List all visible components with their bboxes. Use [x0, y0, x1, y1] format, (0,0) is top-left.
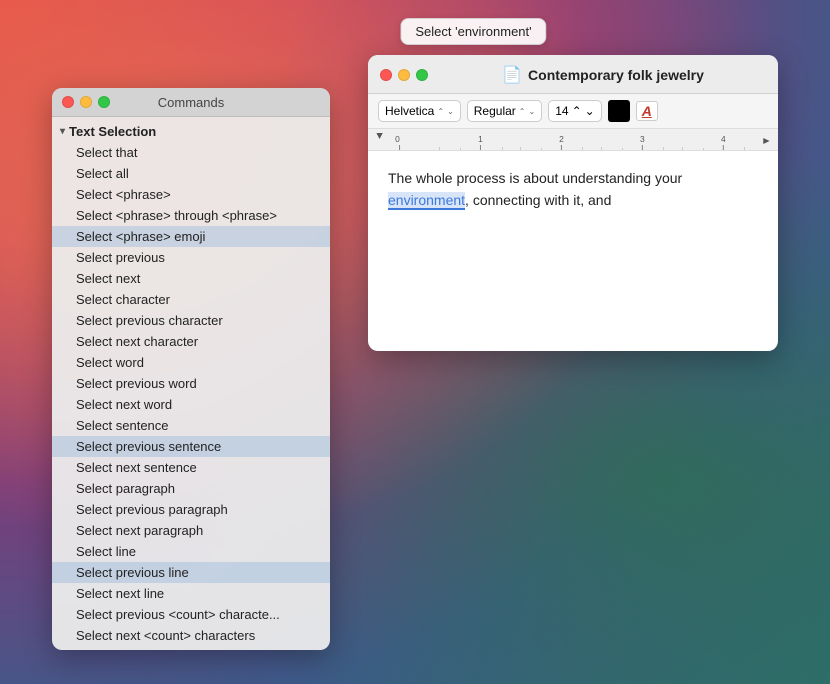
commands-titlebar: Commands [52, 88, 330, 117]
svg-text:4: 4 [721, 135, 726, 144]
editor-traffic-lights [380, 69, 428, 81]
font-dropdown-arrow2: ⌄ [447, 107, 454, 116]
editor-toolbar: Helvetica ⌃ ⌄ Regular ⌃ ⌄ 14 ⌃ ⌄ A [368, 94, 778, 129]
tooltip-label: Select 'environment' [415, 24, 531, 39]
svg-text:0: 0 [395, 135, 400, 144]
list-item[interactable]: Select <phrase> through <phrase> [52, 205, 330, 226]
list-item[interactable]: Select all [52, 163, 330, 184]
list-item[interactable]: Select next [52, 268, 330, 289]
list-item[interactable]: Select that [52, 142, 330, 163]
font-size-value: 14 [555, 104, 568, 118]
font-dropdown-arrow: ⌃ [437, 107, 444, 116]
text-before: The whole process is about understanding… [388, 170, 682, 186]
commands-traffic-lights [62, 96, 110, 108]
text-color-swatch[interactable] [608, 100, 630, 122]
font-family-select[interactable]: Helvetica ⌃ ⌄ [378, 100, 461, 122]
svg-text:2: 2 [559, 135, 564, 144]
ruler-svg: 0 1 2 3 4 [368, 129, 778, 151]
list-item[interactable]: Select next word [52, 394, 330, 415]
list-item[interactable]: Select next character [52, 331, 330, 352]
list-item[interactable]: Select paragraph [52, 478, 330, 499]
editor-title: Contemporary folk jewelry [528, 67, 704, 83]
text-after: , connecting with it, and [465, 192, 611, 208]
size-dropdown-arrow: ⌃ [572, 104, 582, 118]
document-icon: 📄 [502, 65, 522, 85]
list-item[interactable]: Select previous sentence [52, 436, 330, 457]
style-dropdown-arrow2: ⌄ [529, 107, 536, 116]
section-label: Text Selection [69, 124, 156, 139]
list-item[interactable]: Select <phrase> [52, 184, 330, 205]
editor-panel: 📄 Contemporary folk jewelry Helvetica ⌃ … [368, 55, 778, 351]
font-family-value: Helvetica [385, 104, 434, 118]
editor-close-button[interactable] [380, 69, 392, 81]
editor-minimize-button[interactable] [398, 69, 410, 81]
list-item[interactable]: Select previous <count> characte... [52, 604, 330, 625]
list-item[interactable]: Select sentence [52, 415, 330, 436]
editor-title-area: 📄 Contemporary folk jewelry [440, 65, 766, 85]
minimize-button[interactable] [80, 96, 92, 108]
text-style-button[interactable]: A [636, 101, 658, 121]
commands-items-container: Select thatSelect allSelect <phrase>Sele… [52, 142, 330, 646]
tooltip-pill: Select 'environment' [400, 18, 546, 45]
font-style-select[interactable]: Regular ⌃ ⌄ [467, 100, 542, 122]
list-item[interactable]: Select <phrase> emoji [52, 226, 330, 247]
list-item[interactable]: Select next <count> characters [52, 625, 330, 646]
font-size-select[interactable]: 14 ⌃ ⌄ [548, 100, 601, 122]
close-button[interactable] [62, 96, 74, 108]
maximize-button[interactable] [98, 96, 110, 108]
list-item[interactable]: Select previous character [52, 310, 330, 331]
list-item[interactable]: Select next line [52, 583, 330, 604]
list-item[interactable]: Select line [52, 541, 330, 562]
section-header-text-selection: ▾ Text Selection [52, 121, 330, 142]
svg-text:3: 3 [640, 135, 645, 144]
commands-list: ▾ Text Selection Select thatSelect allSe… [52, 117, 330, 650]
commands-panel-title: Commands [158, 95, 224, 110]
list-item[interactable]: Select word [52, 352, 330, 373]
commands-panel: Commands ▾ Text Selection Select thatSel… [52, 88, 330, 650]
list-item[interactable]: Select previous [52, 247, 330, 268]
highlighted-word: environment [388, 192, 465, 210]
editor-maximize-button[interactable] [416, 69, 428, 81]
chevron-down-icon: ▾ [60, 126, 65, 137]
list-item[interactable]: Select next paragraph [52, 520, 330, 541]
list-item[interactable]: Select previous paragraph [52, 499, 330, 520]
list-item[interactable]: Select next sentence [52, 457, 330, 478]
editor-paragraph: The whole process is about understanding… [388, 167, 758, 212]
style-dropdown-arrow: ⌃ [519, 107, 526, 116]
font-style-value: Regular [474, 104, 516, 118]
editor-content[interactable]: The whole process is about understanding… [368, 151, 778, 351]
list-item[interactable]: Select previous word [52, 373, 330, 394]
list-item[interactable]: Select previous line [52, 562, 330, 583]
editor-titlebar: 📄 Contemporary folk jewelry [368, 55, 778, 94]
list-item[interactable]: Select character [52, 289, 330, 310]
svg-text:1: 1 [478, 135, 483, 144]
editor-ruler: 0 1 2 3 4 [368, 129, 778, 151]
size-dropdown-arrow2: ⌄ [585, 104, 595, 118]
